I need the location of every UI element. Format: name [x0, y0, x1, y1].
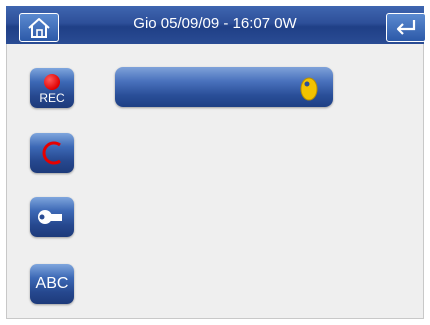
- record-dot-icon: [44, 74, 60, 90]
- clear-button[interactable]: [30, 133, 74, 173]
- keyboard-button[interactable]: ABC: [30, 264, 74, 304]
- settings-button[interactable]: [30, 197, 74, 237]
- header-title: Gio 05/09/09 - 16:07 0W: [133, 15, 297, 32]
- return-arrow-icon: [396, 19, 416, 35]
- record-button[interactable]: REC: [30, 68, 74, 108]
- wrench-icon: [38, 210, 62, 224]
- key-icon: [300, 77, 318, 101]
- clear-c-icon: [42, 141, 61, 165]
- code-entry-field[interactable]: [115, 67, 333, 107]
- keyboard-label: ABC: [35, 275, 69, 292]
- back-button[interactable]: [386, 13, 426, 42]
- home-icon: [28, 17, 50, 38]
- record-label: REC: [39, 91, 65, 105]
- header-bar: Gio 05/09/09 - 16:07 0W: [6, 6, 426, 44]
- home-button[interactable]: [19, 13, 59, 42]
